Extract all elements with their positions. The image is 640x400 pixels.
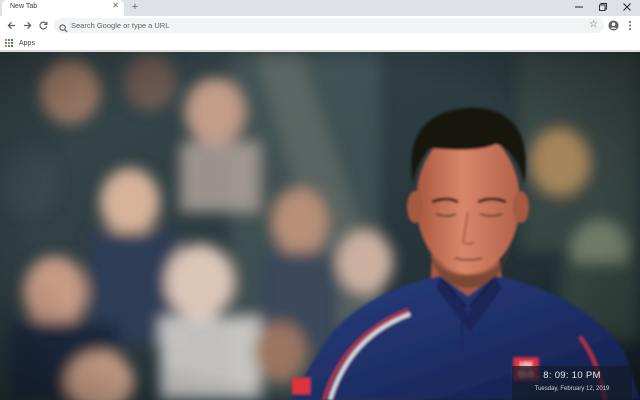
close-icon[interactable] [616, 0, 638, 14]
omnibox-placeholder: Search Google or type a URL [71, 21, 170, 30]
tab-title: New Tab [10, 3, 38, 10]
minimize-icon[interactable] [568, 0, 590, 14]
clock-date: Tuesday, February 12, 2019 [534, 386, 610, 392]
apps-grid-icon [5, 39, 13, 47]
clock-time: 8: 09: 10 PM [543, 370, 601, 381]
omnibox[interactable]: Search Google or type a URL ☆ [54, 18, 604, 33]
wallpaper-photo: UNI QLO [0, 52, 640, 400]
clock-widget: 8: 09: 10 PM Tuesday, February 12, 2019 [512, 366, 632, 400]
new-tab-page: UNI QLO 8: 09: 10 PM Tuesday, February 1… [0, 52, 640, 400]
account-icon[interactable] [606, 18, 620, 33]
reload-icon[interactable] [36, 17, 50, 33]
menu-dots-icon[interactable] [623, 18, 637, 33]
tab-strip: New Tab ✕ + [0, 0, 640, 16]
maximize-icon[interactable] [592, 0, 614, 14]
toolbar: Search Google or type a URL ☆ [0, 16, 640, 35]
star-icon[interactable]: ☆ [589, 19, 598, 31]
tab-new-tab[interactable]: New Tab ✕ [2, 0, 124, 16]
bookmark-apps[interactable]: Apps [5, 37, 35, 49]
tab-close-icon[interactable]: ✕ [112, 2, 119, 10]
forward-arrow-icon[interactable] [20, 17, 34, 33]
back-arrow-icon[interactable] [4, 17, 18, 33]
bookmarks-bar: Apps [0, 35, 640, 51]
bookmark-apps-label: Apps [19, 39, 35, 47]
new-tab-button[interactable]: + [130, 0, 140, 15]
search-icon [59, 20, 69, 33]
